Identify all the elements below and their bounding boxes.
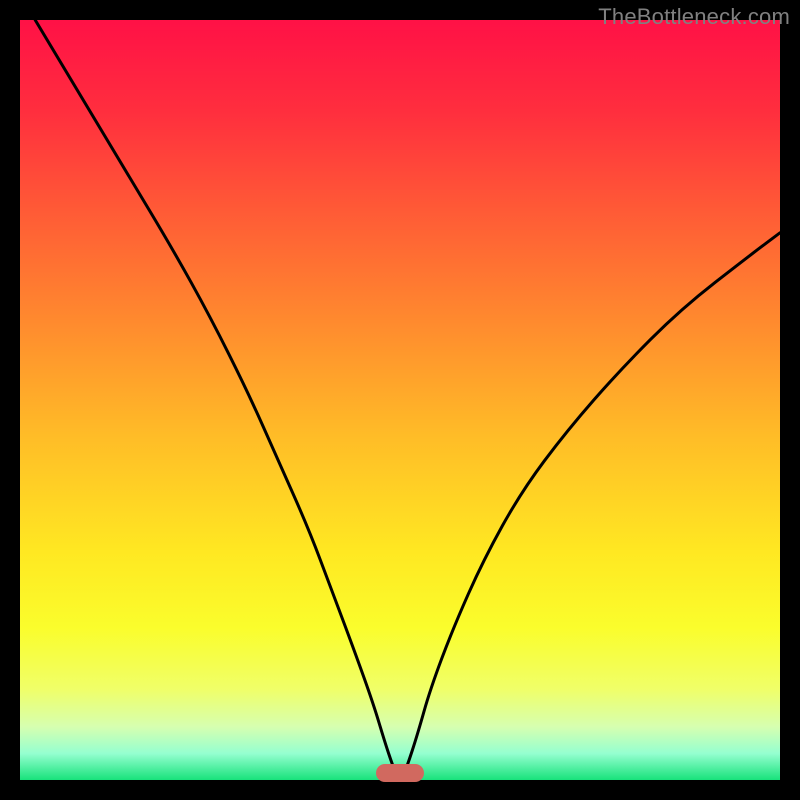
- watermark-text: TheBottleneck.com: [598, 4, 790, 30]
- chart-svg: [20, 20, 780, 780]
- chart-container: TheBottleneck.com: [0, 0, 800, 800]
- plot-area: [20, 20, 780, 780]
- optimal-point-marker: [376, 764, 424, 782]
- gradient-background: [20, 20, 780, 780]
